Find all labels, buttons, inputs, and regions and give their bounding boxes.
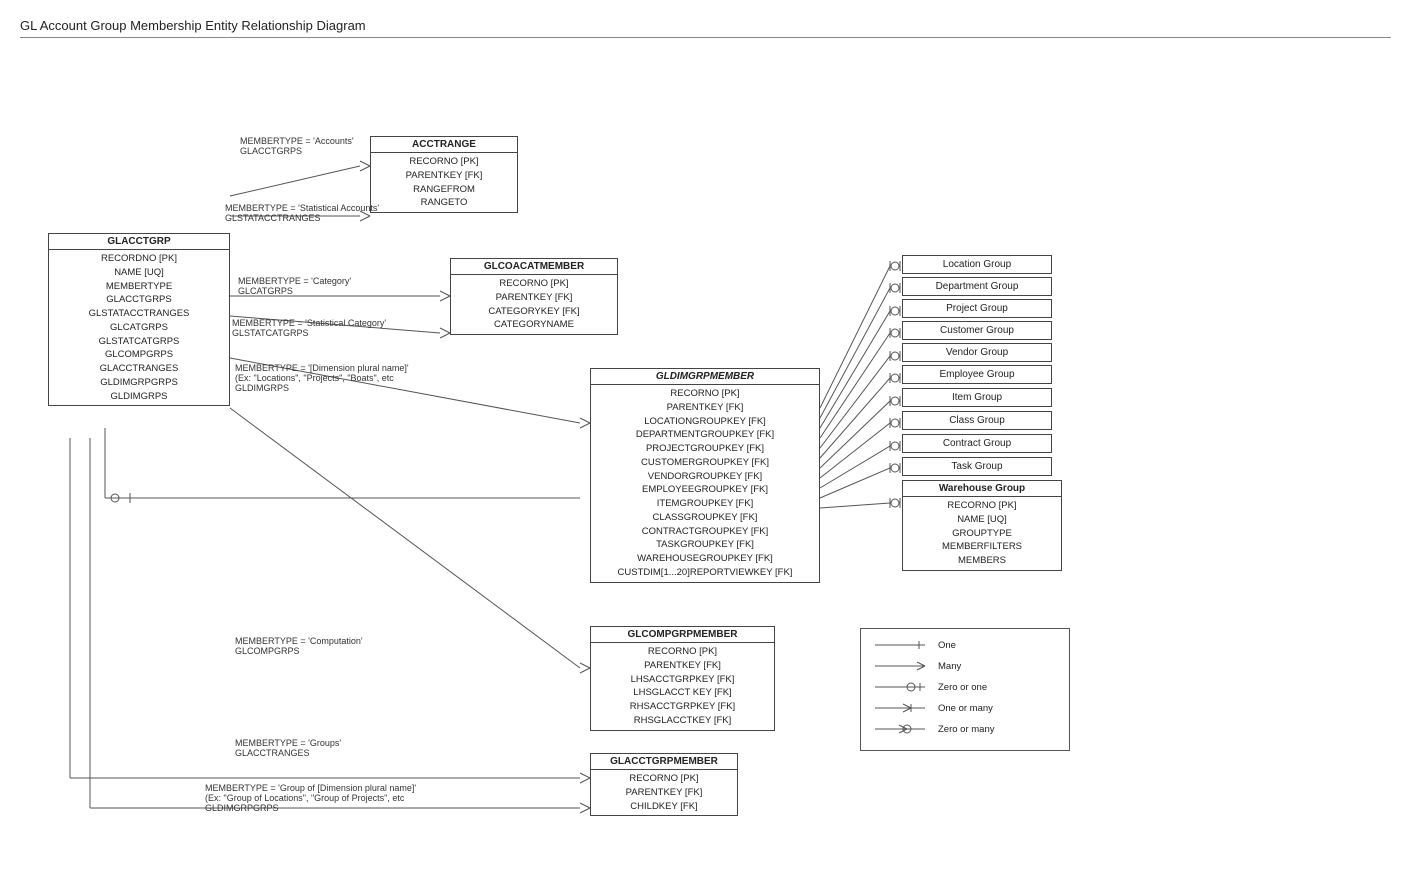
entity-body-warehousegroup: RECORNO [PK]NAME [UQ]GROUPTYPEMEMBERFILT… [903, 497, 1061, 570]
diagram-area: GLACCTGRP RECORDNO [PK]NAME [UQ]MEMBERTY… [20, 48, 1390, 868]
group-box-department: Department Group [902, 277, 1052, 296]
legend-item-one: One [875, 637, 1055, 653]
entity-header-glcoacatmember: GLCOACATMEMBER [451, 259, 617, 275]
legend-item-many: Many [875, 658, 1055, 674]
entity-gldimgrpmember: GLDIMGRPMEMBER RECORNO [PK]PARENTKEY [FK… [590, 368, 820, 583]
label-comp: MEMBERTYPE = 'Computation'GLCOMPGRPS [235, 636, 363, 656]
group-box-customer: Customer Group [902, 321, 1052, 340]
label-dim: MEMBERTYPE = '[Dimension plural name]'(E… [235, 363, 409, 393]
entity-glacctgrp: GLACCTGRP RECORDNO [PK]NAME [UQ]MEMBERTY… [48, 233, 230, 406]
entity-body-glcompgrpmember: RECORNO [PK]PARENTKEY [FK]LHSACCTGRPKEY … [591, 643, 774, 730]
group-box-item: Item Group [902, 388, 1052, 407]
label-acctrange: MEMBERTYPE = 'Accounts'GLACCTGRPS [240, 136, 354, 156]
entity-glcoacatmember: GLCOACATMEMBER RECORNO [PK]PARENTKEY [FK… [450, 258, 618, 335]
group-box-class: Class Group [902, 411, 1052, 430]
entity-header-glcompgrpmember: GLCOMPGRPMEMBER [591, 627, 774, 643]
page-container: GL Account Group Membership Entity Relat… [0, 0, 1411, 886]
legend-item-one-or-many: One or many [875, 700, 1055, 716]
group-box-employee: Employee Group [902, 365, 1052, 384]
entity-body-glacctgrp: RECORDNO [PK]NAME [UQ]MEMBERTYPEGLACCTGR… [49, 250, 229, 405]
group-box-vendor: Vendor Group [902, 343, 1052, 362]
entity-glcompgrpmember: GLCOMPGRPMEMBER RECORNO [PK]PARENTKEY [F… [590, 626, 775, 731]
legend-item-zero-or-one: Zero or one [875, 679, 1055, 695]
group-box-contract: Contract Group [902, 434, 1052, 453]
group-box-location: Location Group [902, 255, 1052, 274]
entity-header-gldimgrpmember: GLDIMGRPMEMBER [591, 369, 819, 385]
label-statcat: MEMBERTYPE = 'Statistical Category'GLSTA… [232, 318, 386, 338]
entity-body-glacctgrpmember: RECORNO [PK]PARENTKEY [FK]CHILDKEY [FK] [591, 770, 737, 815]
entity-header-acctrange: ACCTRANGE [371, 137, 517, 153]
title-underline [20, 37, 1391, 38]
legend-box: One Many Zero or one [860, 628, 1070, 751]
group-box-project: Project Group [902, 299, 1052, 318]
entity-warehousegroup: Warehouse Group RECORNO [PK]NAME [UQ]GRO… [902, 480, 1062, 571]
page-title: GL Account Group Membership Entity Relat… [20, 18, 1391, 33]
entity-header-warehousegroup: Warehouse Group [903, 481, 1061, 497]
label-groups: MEMBERTYPE = 'Groups'GLACCTRANGES [235, 738, 341, 758]
entity-body-gldimgrpmember: RECORNO [PK]PARENTKEY [FK]LOCATIONGROUPK… [591, 385, 819, 582]
entity-body-acctrange: RECORNO [PK]PARENTKEY [FK]RANGEFROMRANGE… [371, 153, 517, 212]
entity-header-glacctgrp: GLACCTGRP [49, 234, 229, 250]
label-category: MEMBERTYPE = 'Category'GLCATGRPS [238, 276, 351, 296]
label-statacct: MEMBERTYPE = 'Statistical Accounts'GLSTA… [225, 203, 379, 223]
entity-header-glacctgrpmember: GLACCTGRPMEMBER [591, 754, 737, 770]
label-groupofdim: MEMBERTYPE = 'Group of [Dimension plural… [205, 783, 416, 813]
entity-acctrange: ACCTRANGE RECORNO [PK]PARENTKEY [FK]RANG… [370, 136, 518, 213]
legend-item-zero-or-many: Zero or many [875, 721, 1055, 737]
entity-body-glcoacatmember: RECORNO [PK]PARENTKEY [FK]CATEGORYKEY [F… [451, 275, 617, 334]
group-box-task: Task Group [902, 457, 1052, 476]
entity-glacctgrpmember: GLACCTGRPMEMBER RECORNO [PK]PARENTKEY [F… [590, 753, 738, 816]
